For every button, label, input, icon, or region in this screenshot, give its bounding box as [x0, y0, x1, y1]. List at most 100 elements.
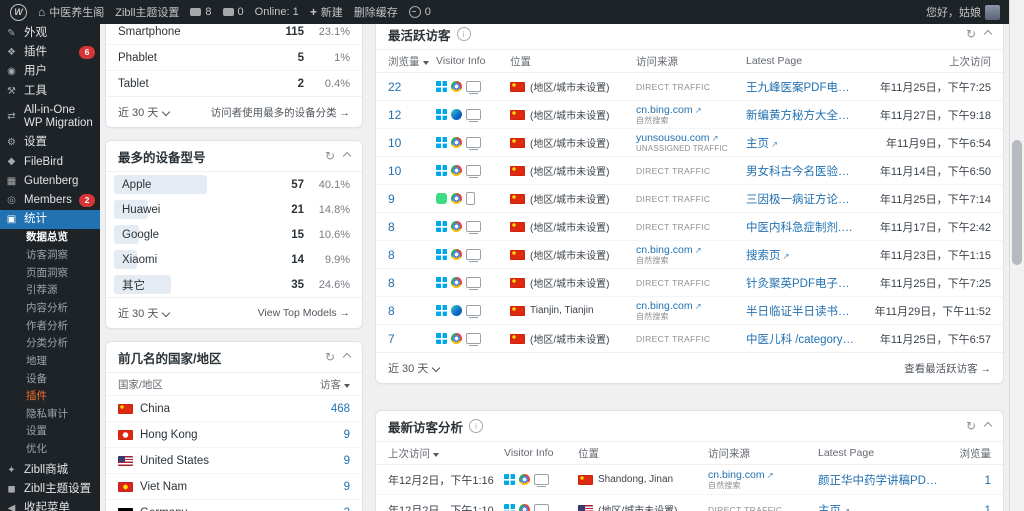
views-count-link[interactable]: 10: [388, 164, 432, 178]
submenu-item-addons[interactable]: 插件: [0, 388, 100, 406]
column-country[interactable]: 国家/地区: [118, 377, 163, 392]
info-icon[interactable]: [456, 27, 471, 41]
view-top-models-link[interactable]: View Top Models →: [258, 307, 350, 319]
site-name-link[interactable]: 中医养生阁: [38, 4, 104, 20]
views-count-link[interactable]: 8: [388, 248, 432, 262]
links-shortcut[interactable]: 0: [408, 6, 431, 18]
column-last-visit[interactable]: 上次访问: [388, 446, 500, 461]
messages-shortcut[interactable]: 0: [222, 6, 244, 18]
column-last-visit[interactable]: 上次访问: [859, 54, 991, 69]
views-count-link[interactable]: 7: [388, 332, 432, 346]
submenu-item-overview[interactable]: 数据总览: [0, 229, 100, 247]
referrer-link[interactable]: yunsousou.com: [636, 132, 742, 144]
column-visitor-info[interactable]: Visitor Info: [436, 55, 506, 67]
latest-page-link[interactable]: 王九峰医案PDF电子...: [746, 79, 855, 95]
comments-shortcut[interactable]: 8: [190, 6, 212, 18]
sidebar-item-migration[interactable]: ⇄ All-in-One WP Migration: [0, 101, 100, 133]
column-location[interactable]: 位置: [578, 446, 704, 461]
theme-settings-link[interactable]: Zibll主题设置: [115, 4, 179, 20]
refresh-icon[interactable]: [325, 149, 335, 163]
wordpress-menu[interactable]: [10, 3, 27, 21]
referrer-link[interactable]: cn.bing.com: [636, 244, 742, 256]
submenu-item-category-analytics[interactable]: 分类分析: [0, 335, 100, 353]
submenu-item-devices[interactable]: 设备: [0, 371, 100, 389]
latest-page-link[interactable]: 中医儿科 /category/...: [746, 331, 855, 347]
column-location[interactable]: 位置: [510, 54, 632, 69]
sidebar-item-zibll-theme-settings[interactable]: ◼ Zibll主题设置: [0, 480, 100, 499]
submenu-item-content-analytics[interactable]: 内容分析: [0, 300, 100, 318]
info-icon[interactable]: [469, 419, 484, 433]
sidebar-item-filebird[interactable]: ◆ FileBird: [0, 153, 100, 172]
clear-cache-button[interactable]: 删除缓存: [354, 4, 398, 20]
views-count-link[interactable]: 1: [943, 503, 991, 511]
latest-page-link[interactable]: 主页: [746, 135, 855, 151]
submenu-item-page-insights[interactable]: 页面洞察: [0, 265, 100, 283]
sidebar-item-tools[interactable]: ⚒ 工具: [0, 82, 100, 101]
column-latest-page[interactable]: Latest Page: [818, 447, 939, 459]
online-status[interactable]: Online: 1: [255, 6, 299, 18]
submenu-item-privacy-audit[interactable]: 隐私审计: [0, 406, 100, 424]
latest-page-link[interactable]: 搜索页: [746, 247, 855, 263]
country-visitors-link[interactable]: 468: [331, 403, 350, 415]
collapse-icon[interactable]: [342, 352, 352, 362]
view-active-visitors-link[interactable]: 查看最活跃访客 →: [904, 361, 991, 376]
referrer-link[interactable]: cn.bing.com: [636, 104, 742, 116]
scrollbar-thumb[interactable]: [1012, 140, 1022, 265]
column-latest-page[interactable]: Latest Page: [746, 55, 855, 67]
column-views[interactable]: 浏览量: [388, 54, 432, 69]
latest-page-link[interactable]: 针灸聚英PDF电子书...: [746, 275, 855, 291]
views-count-link[interactable]: 8: [388, 220, 432, 234]
views-count-link[interactable]: 10: [388, 136, 432, 150]
account-menu[interactable]: 您好，姑娘: [926, 4, 1000, 20]
latest-page-link[interactable]: 主页: [818, 502, 939, 511]
sidebar-item-statistics[interactable]: ▣ 统计: [0, 210, 100, 230]
submenu-item-referrals[interactable]: 引荐源: [0, 282, 100, 300]
submenu-item-author-analytics[interactable]: 作者分析: [0, 318, 100, 336]
sidebar-item-zibll-store[interactable]: ✦ Zibll商城: [0, 461, 100, 480]
country-visitors-link[interactable]: 2: [344, 507, 350, 511]
views-count-link[interactable]: 8: [388, 304, 432, 318]
latest-page-link[interactable]: 三因极一病证方论PD...: [746, 191, 855, 207]
column-referrer[interactable]: 访问来源: [636, 54, 742, 69]
sidebar-item-users[interactable]: ◉ 用户: [0, 62, 100, 81]
latest-page-link[interactable]: 颜正华中药学讲稿PD...: [818, 472, 939, 488]
date-range-dropdown[interactable]: 近 30 天: [118, 305, 171, 321]
sidebar-item-gutenberg[interactable]: ▦ Gutenberg: [0, 172, 100, 191]
country-visitors-link[interactable]: 9: [344, 455, 350, 467]
latest-page-link[interactable]: 半日临证半日读书PD...: [746, 303, 855, 319]
refresh-icon[interactable]: [325, 350, 335, 364]
latest-page-link[interactable]: 新编黄方秘方大全PD...: [746, 107, 855, 123]
date-range-dropdown[interactable]: 近 30 天: [118, 104, 171, 120]
column-visitors[interactable]: 访客: [320, 377, 350, 392]
submenu-item-stats-settings[interactable]: 设置: [0, 423, 100, 441]
column-visitor-info[interactable]: Visitor Info: [504, 447, 574, 459]
sidebar-item-settings[interactable]: ⚙ 设置: [0, 133, 100, 152]
refresh-icon[interactable]: [966, 419, 976, 433]
referrer-link[interactable]: cn.bing.com: [708, 469, 814, 481]
vertical-scrollbar[interactable]: [1009, 0, 1024, 511]
collapse-icon[interactable]: [983, 29, 993, 39]
views-count-link[interactable]: 8: [388, 276, 432, 290]
submenu-item-optimization[interactable]: 优化: [0, 441, 100, 459]
refresh-icon[interactable]: [966, 27, 976, 41]
latest-page-link[interactable]: 中医内科急症制剂...: [746, 219, 855, 235]
views-count-link[interactable]: 9: [388, 192, 432, 206]
device-categories-more-link[interactable]: 访问者使用最多的设备分类 →: [211, 105, 350, 120]
date-range-dropdown[interactable]: 近 30 天: [388, 360, 441, 376]
sidebar-item-members[interactable]: ◎ Members 2: [0, 191, 100, 210]
submenu-item-geographic[interactable]: 地理: [0, 353, 100, 371]
collapse-icon[interactable]: [342, 151, 352, 161]
sidebar-item-appearance[interactable]: ✎ 外观: [0, 24, 100, 43]
submenu-item-visitor-insights[interactable]: 访客洞察: [0, 247, 100, 265]
sidebar-item-collapse-menu[interactable]: ◀ 收起菜单: [0, 499, 100, 511]
country-visitors-link[interactable]: 9: [344, 429, 350, 441]
views-count-link[interactable]: 22: [388, 80, 432, 94]
referrer-link[interactable]: cn.bing.com: [636, 300, 742, 312]
sidebar-item-plugins[interactable]: ❖ 插件 6: [0, 43, 100, 62]
new-content-button[interactable]: 新建: [310, 4, 343, 20]
views-count-link[interactable]: 12: [388, 108, 432, 122]
column-referrer[interactable]: 访问来源: [708, 446, 814, 461]
column-views[interactable]: 浏览量: [943, 446, 992, 461]
views-count-link[interactable]: 1: [943, 473, 991, 487]
latest-page-link[interactable]: 男女科古今名医验方...: [746, 163, 855, 179]
